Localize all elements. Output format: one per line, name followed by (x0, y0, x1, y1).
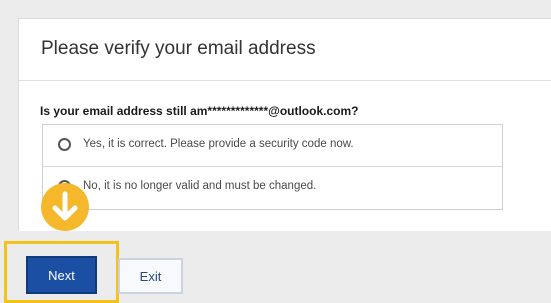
email-options-group: Yes, it is correct. Please provide a sec… (42, 124, 503, 210)
option-yes-correct[interactable]: Yes, it is correct. Please provide a sec… (43, 125, 502, 167)
email-question: Is your email address still am**********… (40, 104, 359, 118)
exit-button[interactable]: Exit (118, 258, 183, 294)
radio-button-yes[interactable] (58, 138, 71, 151)
panel-header: Please verify your email address (19, 19, 551, 81)
option-no-label[interactable]: No, it is no longer valid and must be ch… (83, 180, 316, 192)
verify-email-panel: Please verify your email address Is your… (18, 18, 551, 231)
arrow-down-icon (52, 191, 78, 221)
page-title: Please verify your email address (41, 38, 316, 59)
next-button[interactable]: Next (26, 256, 97, 294)
option-yes-label[interactable]: Yes, it is correct. Please provide a sec… (83, 138, 354, 150)
option-no-longer-valid[interactable]: No, it is no longer valid and must be ch… (43, 167, 502, 209)
pointer-badge (41, 183, 89, 231)
